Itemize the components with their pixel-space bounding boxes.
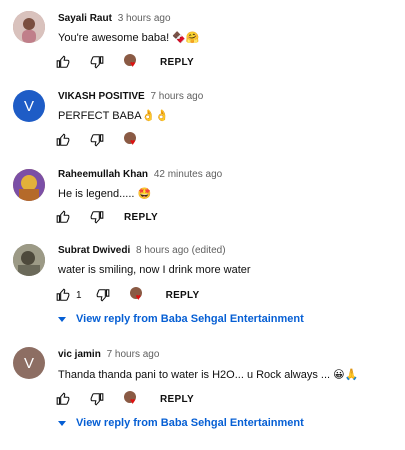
comment-text: PERFECT BABA👌👌 bbox=[58, 110, 169, 122]
like-icon[interactable] bbox=[56, 55, 70, 69]
avatar-letter: V bbox=[23, 97, 34, 115]
avatar-photo bbox=[13, 11, 45, 43]
avatar-letter: V bbox=[23, 354, 34, 372]
dislike-icon[interactable] bbox=[90, 210, 104, 224]
comment-text: He is legend..... 🤩 bbox=[58, 188, 152, 200]
avatar[interactable] bbox=[13, 169, 45, 201]
reply-button[interactable]: REPLY bbox=[166, 290, 200, 301]
view-reply-link[interactable]: View reply from Baba Sehgal Entertainmen… bbox=[58, 313, 304, 325]
avatar[interactable]: V bbox=[13, 90, 45, 122]
creator-heart-icon: ♥ bbox=[124, 391, 140, 407]
comment-time[interactable]: 8 hours ago (edited) bbox=[136, 245, 226, 256]
reply-button[interactable]: REPLY bbox=[124, 212, 158, 223]
comment-author[interactable]: vic jamin bbox=[58, 349, 101, 360]
like-icon[interactable] bbox=[56, 133, 70, 147]
like-icon[interactable] bbox=[56, 392, 70, 406]
comment-text: water is smiling, now I drink more water bbox=[58, 264, 251, 276]
comment-author[interactable]: Subrat Dwivedi bbox=[58, 245, 130, 256]
avatar[interactable] bbox=[13, 11, 45, 43]
like-count: 1 bbox=[76, 289, 82, 301]
avatar[interactable] bbox=[13, 244, 45, 276]
comment-time[interactable]: 3 hours ago bbox=[118, 13, 171, 24]
view-reply-label: View reply from Baba Sehgal Entertainmen… bbox=[76, 417, 304, 429]
comment-time[interactable]: 7 hours ago bbox=[107, 349, 160, 360]
comment-author[interactable]: Raheemullah Khan bbox=[58, 169, 148, 180]
dislike-icon[interactable] bbox=[90, 392, 104, 406]
view-reply-link[interactable]: View reply from Baba Sehgal Entertainmen… bbox=[58, 417, 304, 429]
comment-text: You're awesome baba! 🍫🤗 bbox=[58, 32, 200, 44]
like-icon[interactable] bbox=[56, 288, 70, 302]
chevron-down-icon bbox=[58, 316, 66, 322]
creator-heart-icon: ♥ bbox=[124, 54, 140, 70]
comment-author[interactable]: Sayali Raut bbox=[58, 13, 112, 24]
comment-time[interactable]: 42 minutes ago bbox=[154, 169, 222, 180]
reply-button[interactable]: REPLY bbox=[160, 394, 194, 405]
dislike-icon[interactable] bbox=[90, 133, 104, 147]
creator-heart-icon: ♥ bbox=[124, 132, 140, 148]
avatar[interactable]: V bbox=[13, 347, 45, 379]
comment-time[interactable]: 7 hours ago bbox=[150, 91, 203, 102]
view-reply-label: View reply from Baba Sehgal Entertainmen… bbox=[76, 313, 304, 325]
avatar-photo bbox=[13, 169, 45, 201]
comment-author[interactable]: VIKASH POSITIVE bbox=[58, 91, 145, 102]
dislike-icon[interactable] bbox=[96, 288, 110, 302]
creator-heart-icon: ♥ bbox=[129, 287, 146, 303]
like-icon[interactable] bbox=[56, 210, 70, 224]
comment-text: Thanda thanda pani to water is H2O... u … bbox=[58, 369, 359, 381]
reply-button[interactable]: REPLY bbox=[160, 57, 194, 68]
avatar-photo bbox=[13, 244, 45, 276]
dislike-icon[interactable] bbox=[90, 55, 104, 69]
chevron-down-icon bbox=[58, 420, 66, 426]
